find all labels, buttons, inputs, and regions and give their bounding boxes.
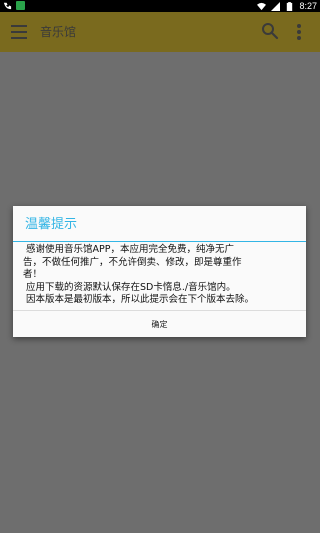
ok-button[interactable]: 确定 bbox=[13, 311, 306, 337]
phone-icon bbox=[3, 2, 12, 10]
hamburger-menu-icon[interactable] bbox=[11, 25, 27, 39]
more-vert-icon[interactable] bbox=[296, 23, 302, 41]
battery-icon bbox=[287, 1, 293, 11]
alert-dialog: 温馨提示 感谢使用音乐馆APP，本应用完全免费，纯净无广 告，不做任何推广，不允… bbox=[13, 206, 306, 337]
app-bar: 音乐馆 bbox=[0, 12, 320, 52]
wifi-icon bbox=[257, 2, 267, 10]
signal-icon bbox=[271, 1, 281, 11]
dialog-title: 温馨提示 bbox=[25, 217, 78, 232]
notification-icon bbox=[16, 1, 25, 10]
search-icon[interactable] bbox=[261, 22, 279, 40]
status-bar: 8:27 bbox=[0, 0, 320, 12]
status-time: 8:27 bbox=[299, 1, 317, 11]
app-title: 音乐馆 bbox=[40, 25, 77, 39]
dialog-title-divider bbox=[13, 241, 306, 242]
dialog-message: 感谢使用音乐馆APP，本应用完全免费，纯净无广 告，不做任何推广，不允许倒卖、修… bbox=[23, 244, 255, 305]
